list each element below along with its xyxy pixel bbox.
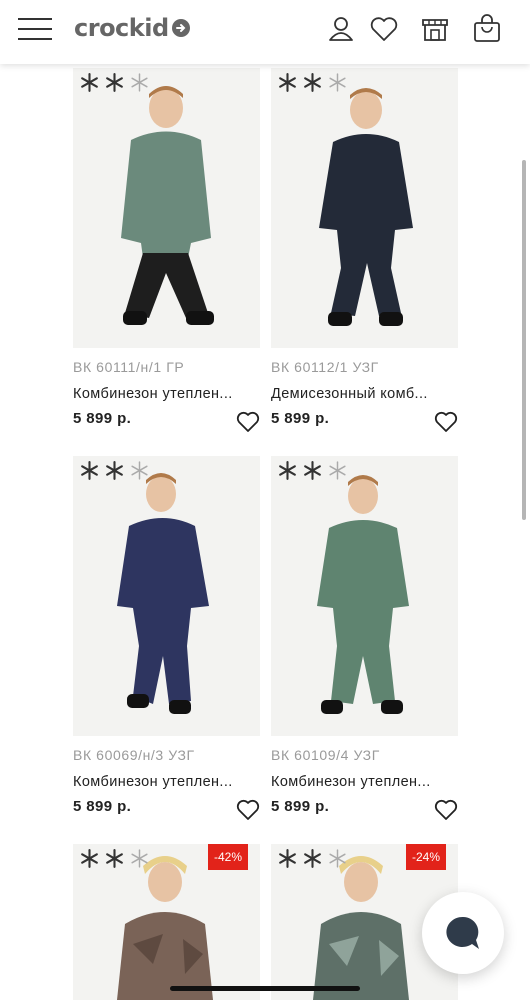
- product-name[interactable]: Комбинезон утеплен...: [73, 774, 233, 790]
- snowflake-outline-icon: [329, 461, 346, 480]
- menu-icon[interactable]: [18, 16, 54, 44]
- product-card[interactable]: ВК 60112/1 УЗГ Демисезонный комб... 5 89…: [271, 68, 458, 448]
- store-icon[interactable]: [420, 14, 450, 44]
- snowflake-icon: [304, 849, 321, 868]
- heart-icon[interactable]: [369, 14, 399, 44]
- product-sku: ВК 60111/н/1 ГР: [73, 359, 185, 375]
- discount-badge: -42%: [207, 844, 248, 870]
- season-icons: [277, 72, 348, 93]
- snowflake-icon: [106, 461, 123, 480]
- logo-text: crockid: [74, 14, 169, 42]
- product-name[interactable]: Комбинезон утеплен...: [73, 386, 233, 402]
- snowflake-icon: [279, 461, 296, 480]
- product-price: 5 899 р.: [73, 410, 132, 427]
- snowflake-icon: [81, 73, 98, 92]
- product-name[interactable]: Демисезонный комб...: [271, 386, 428, 402]
- favorite-heart-icon[interactable]: [236, 799, 260, 821]
- product-price: 5 899 р.: [73, 798, 132, 815]
- product-grid: ВК 60111/н/1 ГР Комбинезон утеплен... 5 …: [0, 0, 530, 1000]
- site-header: crockid: [0, 0, 530, 64]
- product-sku: ВК 60069/н/3 УЗГ: [73, 747, 195, 763]
- season-icons: [79, 848, 150, 869]
- chat-bubble-icon: [446, 916, 479, 949]
- product-image: [271, 456, 458, 736]
- product-image: [271, 68, 458, 348]
- snowflake-outline-icon: [329, 849, 346, 868]
- user-icon[interactable]: [326, 14, 356, 44]
- snowflake-icon: [304, 461, 321, 480]
- product-photo[interactable]: [73, 68, 260, 348]
- product-image: [73, 68, 260, 348]
- product-photo[interactable]: [73, 456, 260, 736]
- snowflake-outline-icon: [131, 849, 148, 868]
- favorite-heart-icon[interactable]: [236, 411, 260, 433]
- snowflake-outline-icon: [329, 73, 346, 92]
- home-indicator: [170, 986, 360, 991]
- product-price: 5 899 р.: [271, 798, 330, 815]
- product-card[interactable]: -42%: [73, 844, 260, 1000]
- scrollbar[interactable]: [522, 160, 526, 520]
- bag-icon[interactable]: [472, 14, 502, 44]
- snowflake-icon: [279, 849, 296, 868]
- season-icons: [79, 460, 150, 481]
- season-icons: [79, 72, 150, 93]
- chat-button[interactable]: [422, 892, 504, 974]
- snowflake-icon: [81, 849, 98, 868]
- product-card[interactable]: ВК 60109/4 УЗГ Комбинезон утеплен... 5 8…: [271, 456, 458, 836]
- snowflake-icon: [106, 849, 123, 868]
- logo-mark-icon: [171, 19, 190, 37]
- product-card[interactable]: ВК 60111/н/1 ГР Комбинезон утеплен... 5 …: [73, 68, 260, 448]
- product-sku: ВК 60112/1 УЗГ: [271, 359, 379, 375]
- site-logo[interactable]: crockid: [74, 14, 191, 42]
- favorite-heart-icon[interactable]: [434, 411, 458, 433]
- product-name[interactable]: Комбинезон утеплен...: [271, 774, 431, 790]
- snowflake-icon: [304, 73, 321, 92]
- snowflake-icon: [279, 73, 296, 92]
- favorite-heart-icon[interactable]: [434, 799, 458, 821]
- product-sku: ВК 60109/4 УЗГ: [271, 747, 380, 763]
- season-icons: [277, 460, 348, 481]
- product-price: 5 899 р.: [271, 410, 330, 427]
- snowflake-icon: [106, 73, 123, 92]
- product-image: [73, 456, 260, 736]
- snowflake-outline-icon: [131, 461, 148, 480]
- snowflake-outline-icon: [131, 73, 148, 92]
- product-card[interactable]: ВК 60069/н/3 УЗГ Комбинезон утеплен... 5…: [73, 456, 260, 836]
- discount-badge: -24%: [405, 844, 446, 870]
- season-icons: [277, 848, 348, 869]
- product-photo[interactable]: -42%: [73, 844, 260, 1000]
- product-photo[interactable]: [271, 456, 458, 736]
- snowflake-icon: [81, 461, 98, 480]
- product-photo[interactable]: [271, 68, 458, 348]
